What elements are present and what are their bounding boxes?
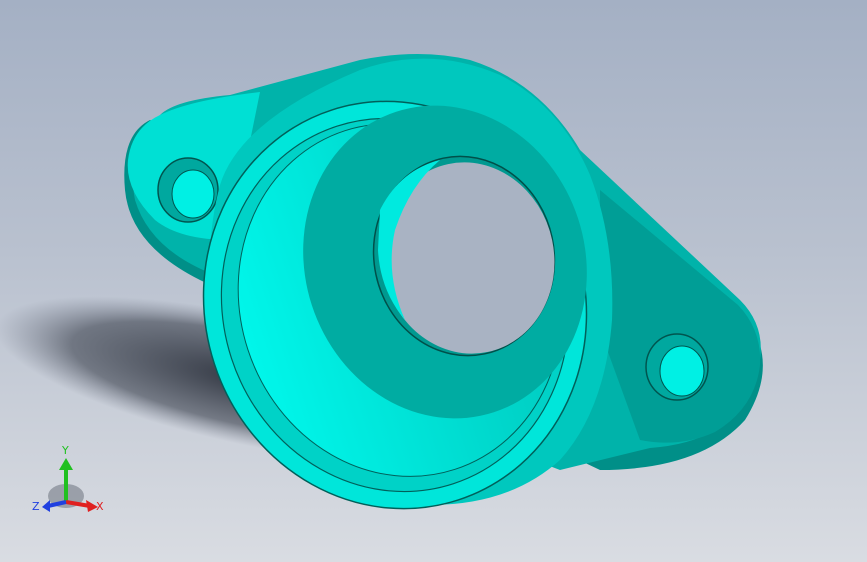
- left-bolt-hole-inner: [171, 169, 215, 219]
- y-axis-arrow: [59, 458, 73, 470]
- x-axis-label: X: [96, 500, 104, 513]
- graphics-viewport[interactable]: Y X Z: [0, 0, 867, 562]
- z-axis-arrow: [42, 500, 50, 512]
- right-bolt-hole-inner: [659, 345, 705, 397]
- y-axis-label: Y: [61, 444, 69, 457]
- z-axis-label: Z: [32, 500, 40, 513]
- model-scene[interactable]: [0, 0, 867, 562]
- coordinate-triad: Y X Z: [32, 444, 104, 513]
